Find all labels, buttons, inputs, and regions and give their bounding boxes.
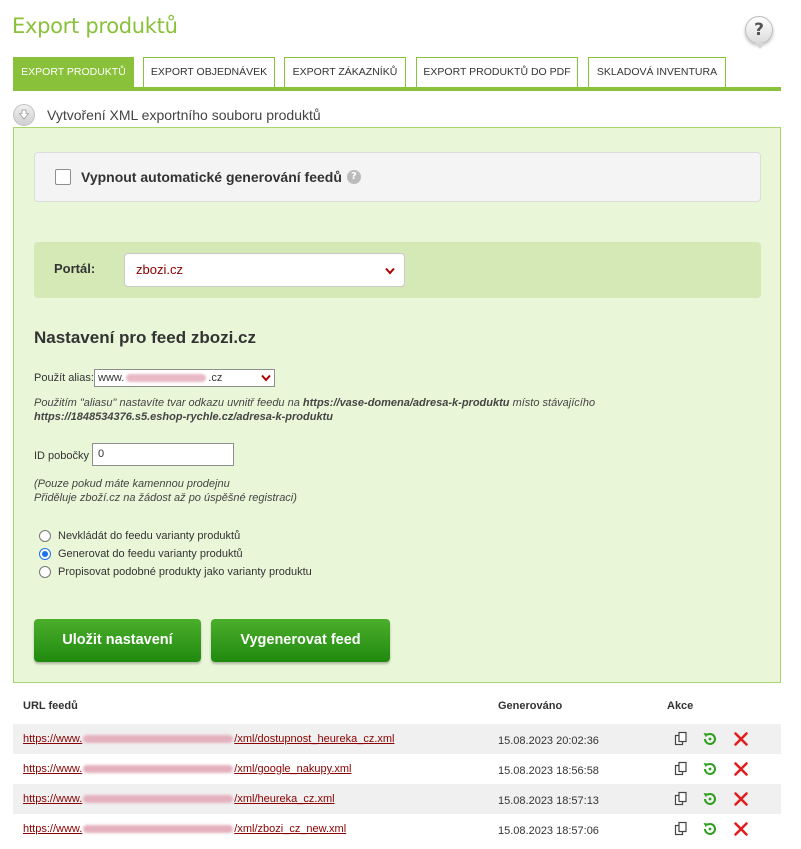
alias-suffix: .cz (208, 372, 223, 384)
alias-note-text-2: místo stávajícího (512, 397, 596, 409)
copy-icon[interactable] (673, 821, 689, 837)
radio-button[interactable] (39, 548, 51, 560)
chevron-down-icon (261, 374, 271, 382)
url-suffix: /xml/dostupnost_heureka_cz.xml (234, 733, 395, 745)
tab-skladova-inventura[interactable]: SKLADOVÁ INVENTURA (588, 57, 726, 87)
url-suffix: /xml/heureka_cz.xml (234, 793, 335, 805)
delete-icon[interactable] (733, 821, 749, 837)
page-title: Export produktů (12, 14, 178, 38)
blurred-domain (83, 795, 234, 804)
url-prefix: https://www. (23, 733, 83, 745)
regenerate-icon[interactable] (702, 821, 718, 837)
branch-id-label: ID pobočky (34, 450, 90, 462)
alias-note-url-new: https://vase-domena/adresa-k-produktu (302, 397, 510, 409)
branch-note: (Pouze pokud máte kamennou prodejnu Přid… (34, 477, 297, 505)
delete-icon[interactable] (733, 761, 749, 777)
settings-panel: Vypnout automatické generování feedů ? P… (13, 127, 781, 683)
generate-feed-button[interactable]: Vygenerovat feed (211, 619, 390, 662)
variant-option-none[interactable]: Nevkládát do feedu varianty produktů (39, 528, 240, 544)
blurred-domain (126, 374, 207, 383)
url-prefix: https://www. (23, 823, 83, 835)
feed-url-link[interactable]: https://www. /xml/zbozi_cz_new.xml (23, 823, 346, 835)
column-header-actions: Akce (667, 700, 694, 712)
help-button[interactable]: ? (745, 16, 773, 44)
tab-bar: EXPORT PRODUKTŮ EXPORT OBJEDNÁVEK EXPORT… (13, 57, 781, 91)
radio-button[interactable] (39, 530, 51, 542)
delete-icon[interactable] (733, 791, 749, 807)
portal-label: Portál: (54, 261, 96, 276)
delete-icon[interactable] (733, 731, 749, 747)
table-row: https://www. /xml/dostupnost_heureka_cz.x… (13, 724, 781, 754)
feed-url-link[interactable]: https://www. /xml/dostupnost_heureka_cz.x… (23, 733, 394, 745)
table-row: https://www. /xml/zbozi_cz_new.xml 15.08.… (13, 814, 781, 844)
url-prefix: https://www. (23, 763, 83, 775)
column-header-url: URL feedů (23, 700, 78, 712)
blurred-domain (83, 735, 234, 744)
radio-button[interactable] (39, 566, 51, 578)
copy-icon[interactable] (673, 761, 689, 777)
radio-label: Nevkládát do feedu varianty produktů (58, 530, 241, 542)
tab-export-objednavek[interactable]: EXPORT OBJEDNÁVEK (143, 57, 275, 87)
auto-feed-checkbox[interactable] (55, 169, 71, 185)
alias-select[interactable]: www. .cz (94, 369, 275, 387)
regenerate-icon[interactable] (702, 761, 718, 777)
feed-url-link[interactable]: https://www. /xml/google_nakupy.xml (23, 763, 351, 775)
blurred-domain (83, 825, 234, 834)
save-settings-button[interactable]: Uložit nastavení (34, 619, 201, 662)
radio-label: Generovat do feedu varianty produktů (58, 548, 243, 560)
section-header[interactable]: Vytvoření XML exportního souboru produkt… (13, 104, 321, 126)
alias-note: Použitím "aliasu" nastavíte tvar odkazu … (34, 396, 734, 424)
url-prefix: https://www. (23, 793, 83, 805)
help-button-tail (755, 43, 765, 49)
auto-feed-label: Vypnout automatické generování feedů (81, 169, 342, 185)
regenerate-icon[interactable] (702, 791, 718, 807)
tab-export-produktu[interactable]: EXPORT PRODUKTŮ (13, 57, 134, 87)
variant-option-generate[interactable]: Generovat do feedu varianty produktů (39, 546, 243, 562)
url-suffix: /xml/google_nakupy.xml (234, 763, 352, 775)
regenerate-icon[interactable] (702, 731, 718, 747)
generated-date: 15.08.2023 18:57:13 (498, 795, 599, 807)
auto-feed-toggle-box: Vypnout automatické generování feedů ? (34, 152, 761, 202)
generated-date: 15.08.2023 18:56:58 (498, 765, 599, 777)
branch-note-line-1: (Pouze pokud máte kamennou prodejnu (34, 478, 230, 490)
feed-url-link[interactable]: https://www. /xml/heureka_cz.xml (23, 793, 335, 805)
generated-date: 15.08.2023 20:02:36 (498, 735, 599, 747)
portal-box: Portál: zbozi.cz (34, 242, 761, 298)
portal-select-value: zbozi.cz (136, 262, 183, 277)
url-suffix: /xml/zbozi_cz_new.xml (234, 823, 347, 835)
portal-select[interactable]: zbozi.cz (124, 253, 405, 287)
table-row: https://www. /xml/google_nakupy.xml 15.08… (13, 754, 781, 784)
chevron-down-icon (385, 267, 395, 275)
branch-id-input[interactable]: 0 (92, 443, 234, 466)
generated-date: 15.08.2023 18:57:06 (498, 825, 599, 837)
branch-note-line-2: Přiděluje zboží.cz na žádost až po úspěš… (34, 492, 297, 504)
collapse-arrow-icon[interactable] (13, 104, 35, 126)
column-header-generated: Generováno (498, 700, 563, 712)
radio-label: Propisovat podobné produkty jako variant… (58, 566, 312, 578)
alias-label: Použít alias: (34, 372, 94, 384)
feed-settings-title: Nastavení pro feed zbozi.cz (34, 328, 256, 347)
variant-option-similar[interactable]: Propisovat podobné produkty jako variant… (39, 564, 312, 580)
table-row: https://www. /xml/heureka_cz.xml 15.08.20… (13, 784, 781, 814)
alias-prefix: www. (98, 372, 125, 384)
blurred-domain (83, 765, 234, 774)
alias-note-url-current: https://1848534376.s5.eshop-rychle.cz/ad… (34, 411, 333, 423)
tab-export-zakazniku[interactable]: EXPORT ZÁKAZNÍKŮ (284, 57, 406, 87)
alias-note-text: Použitím "aliasu" nastavíte tvar odkazu … (34, 397, 300, 409)
copy-icon[interactable] (673, 731, 689, 747)
tab-export-produktu-pdf[interactable]: EXPORT PRODUKTŮ DO PDF (416, 57, 578, 87)
info-icon[interactable]: ? (346, 170, 361, 184)
section-title: Vytvoření XML exportního souboru produkt… (47, 107, 321, 123)
copy-icon[interactable] (673, 791, 689, 807)
